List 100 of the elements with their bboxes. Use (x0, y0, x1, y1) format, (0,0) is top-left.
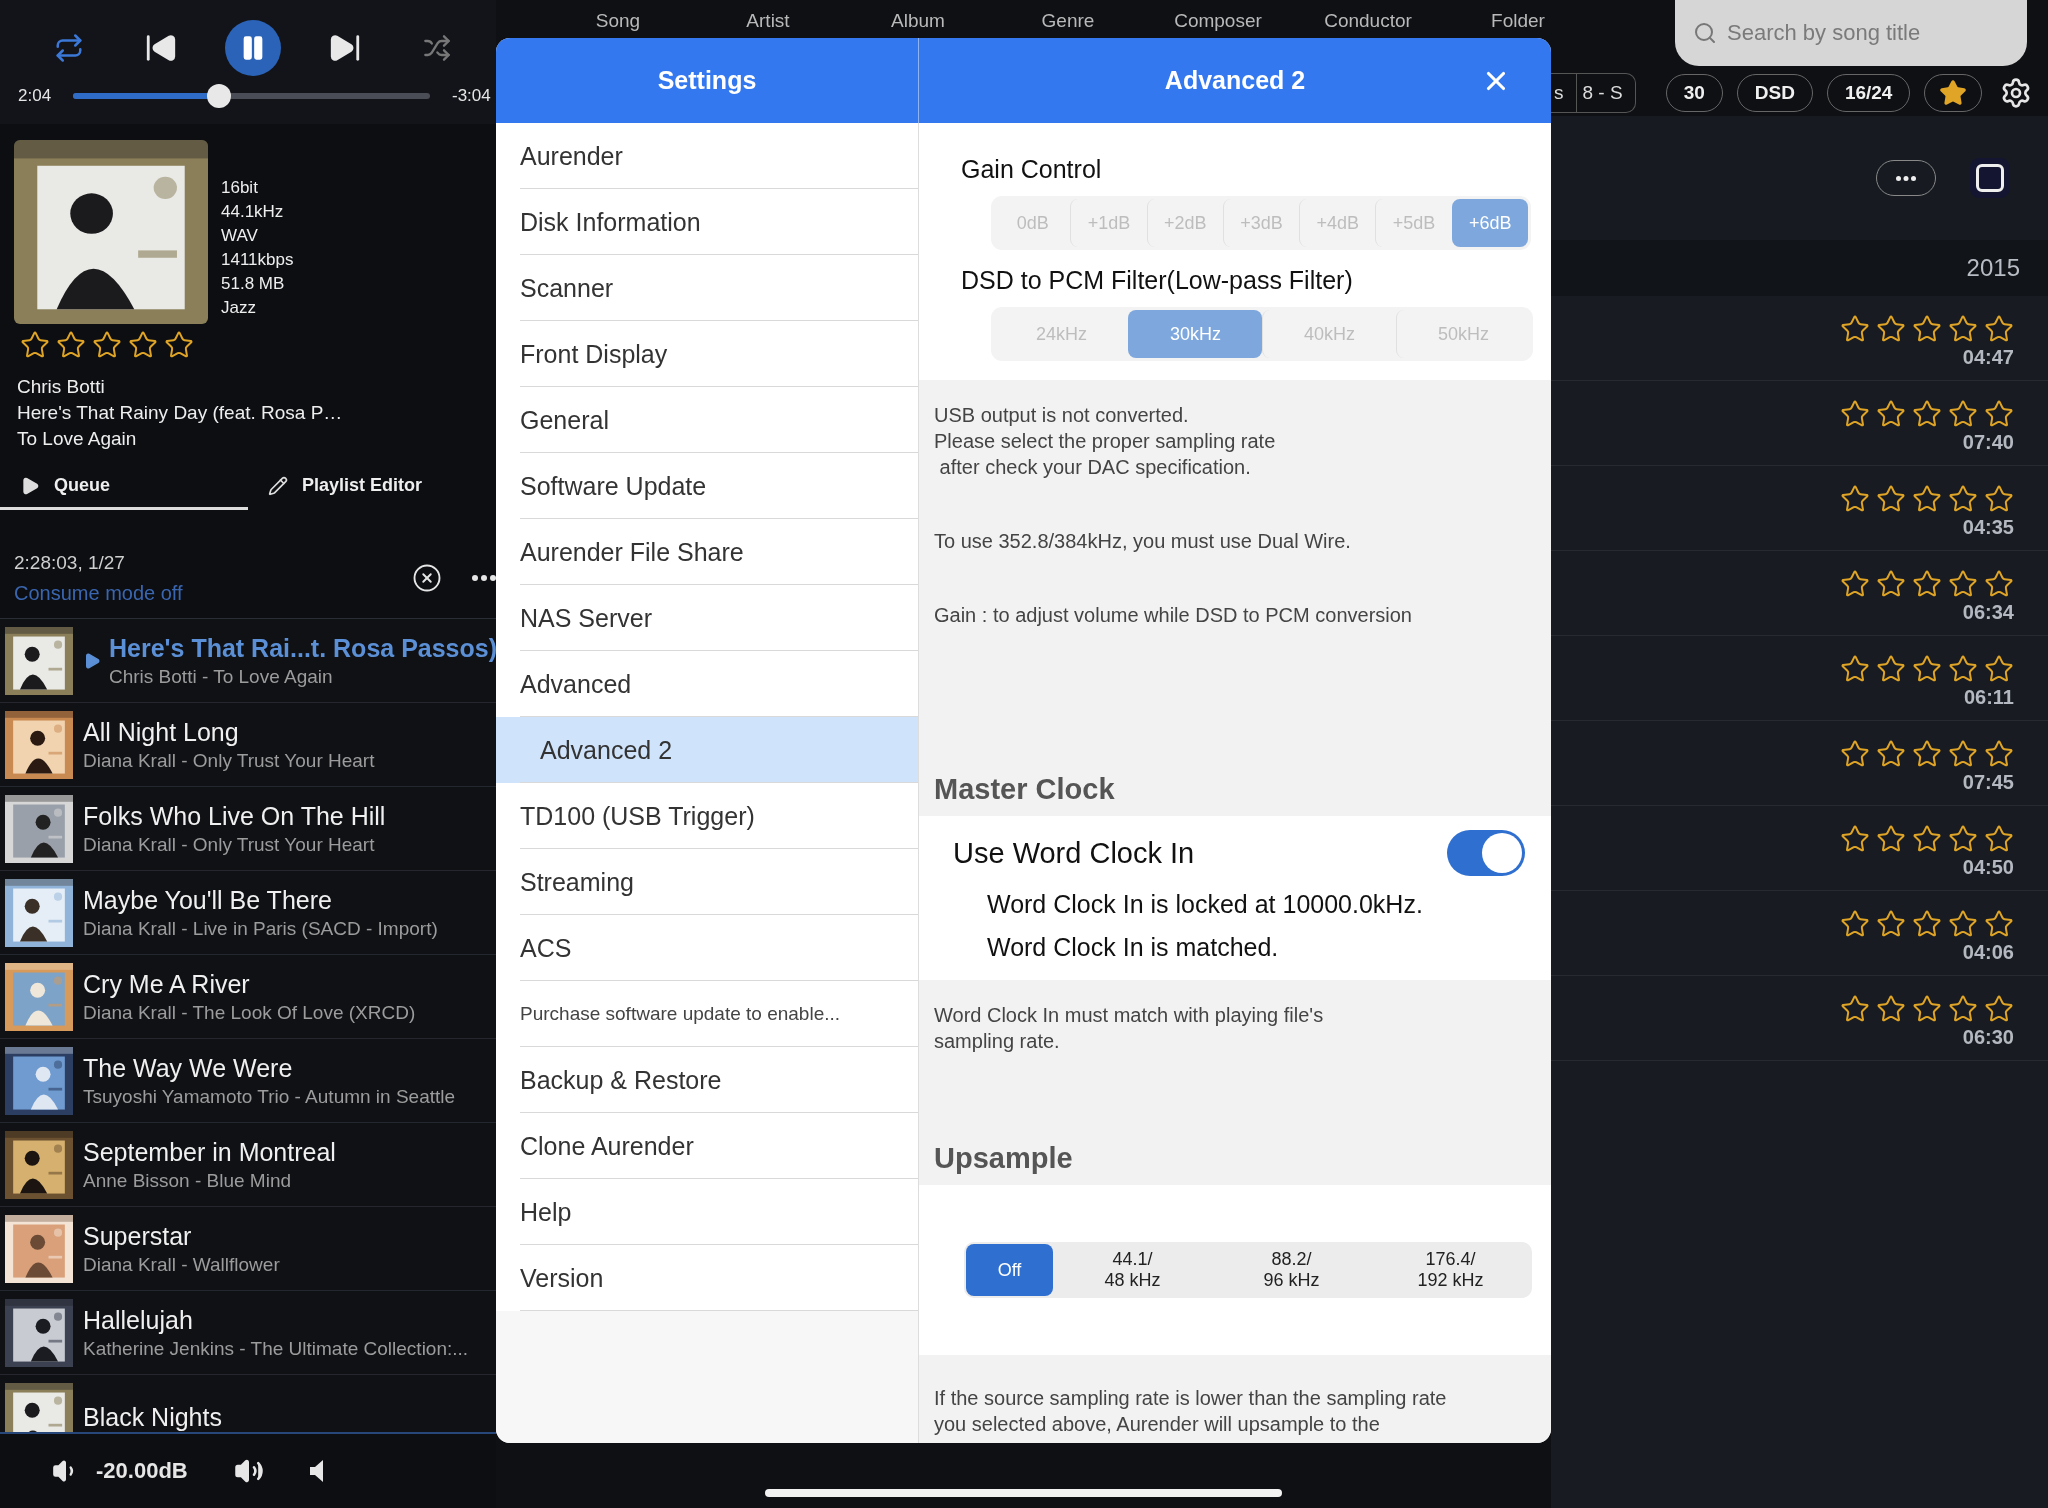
song-row[interactable]: 07:45 (1551, 721, 2048, 806)
star-icon (1912, 313, 1942, 344)
song-duration: 04:47 (1962, 345, 2014, 369)
track-artist-album: Tsuyoshi Yamamoto Trio - Autumn in Seattle (83, 1084, 456, 1109)
library-tab[interactable]: Song (543, 0, 693, 32)
more-button[interactable] (472, 575, 496, 581)
star-icon (1912, 568, 1942, 599)
settings-item[interactable]: Aurender File Share (496, 519, 918, 585)
shuffle-icon (423, 34, 451, 62)
settings-item[interactable]: Software Update (496, 453, 918, 519)
settings-item[interactable]: Scanner (496, 255, 918, 321)
track-artist-album: Diana Krall - The Look Of Love (XRCD) (83, 1000, 416, 1025)
queue-tab[interactable]: Playlist Editor (248, 464, 496, 510)
star-icon (1984, 483, 2014, 514)
star-icon (1948, 908, 1978, 939)
upsample-control[interactable]: Off 44.1/ 48 kHz 88.2/ 96 kHz 176.4/ 192 kHz (964, 1242, 1532, 1298)
progress-slider[interactable] (73, 84, 430, 108)
settings-item[interactable]: ACS (496, 915, 918, 981)
library-tab[interactable]: Genre (993, 0, 1143, 32)
star-icon (1912, 483, 1942, 514)
upsample-option[interactable]: 44.1/ 48 kHz (1053, 1244, 1212, 1296)
pause-button[interactable] (225, 20, 281, 76)
upsample-option[interactable]: 88.2/ 96 kHz (1212, 1244, 1371, 1296)
song-row[interactable]: 04:06 (1551, 891, 2048, 976)
star-icon (1948, 993, 1978, 1024)
settings-item[interactable]: Help (496, 1179, 918, 1245)
settings-item[interactable]: Streaming (496, 849, 918, 915)
queue-summary: 2:28:03, 1/27 (14, 551, 126, 575)
search-field[interactable]: Search by song title (1675, 0, 2027, 66)
star-icon (1840, 993, 1870, 1024)
detail-title: Advanced 2 (1164, 66, 1306, 95)
star-icon (1876, 483, 1906, 514)
settings-item[interactable]: Version (496, 1245, 918, 1311)
song-row[interactable]: 04:35 (1551, 466, 2048, 551)
settings-item[interactable]: Disk Information (496, 189, 918, 255)
star-icon (1840, 398, 1870, 429)
star-icon (1984, 653, 2014, 684)
star-icon (20, 330, 50, 360)
upsample-option[interactable]: Off (966, 1244, 1053, 1296)
star-icon (1984, 823, 2014, 854)
mute-button[interactable] (309, 1460, 323, 1482)
note-text: To use 352.8/384kHz, you must use Dual Wire. (934, 529, 1352, 554)
search-icon (1693, 21, 1717, 45)
settings-item[interactable]: Aurender (496, 123, 918, 189)
queue-tab[interactable]: Queue (0, 464, 248, 510)
section-heading: Upsample (934, 1142, 1074, 1175)
repeat-icon (54, 33, 84, 63)
close-circle-icon (412, 563, 442, 593)
album-title: To Love Again (17, 427, 138, 451)
song-duration: 04:35 (1962, 515, 2014, 539)
track-artist-album: Diana Krall - Wallflower (83, 1252, 280, 1277)
slider-thumb[interactable] (207, 84, 232, 108)
library-tab[interactable]: Folder (1443, 0, 1593, 32)
settings-item[interactable]: Backup & Restore (496, 1047, 918, 1113)
library-tab[interactable]: Artist (693, 0, 843, 32)
song-title: Here's That Rainy Day (feat. Rosa P… (17, 401, 344, 425)
filter-segment[interactable]: s (1548, 74, 1576, 112)
track-title: All Night Long (83, 716, 240, 748)
filter-segment[interactable]: 8 - S (1575, 74, 1635, 112)
format-info: 16bit (221, 177, 259, 199)
song-row[interactable]: 06:34 (1551, 551, 2048, 636)
status-text: Word Clock In is matched. (986, 933, 1280, 962)
song-row[interactable]: 06:30 (1551, 976, 2048, 1061)
track-title: The Way We Were (83, 1052, 294, 1084)
clear-button[interactable] (412, 563, 442, 593)
settings-item[interactable]: Advanced (496, 651, 918, 717)
section-label: Gain Control (960, 155, 1103, 184)
star-icon (1984, 568, 2014, 599)
select-button[interactable] (1970, 158, 2010, 198)
settings-item[interactable]: TD100 (USB Trigger) (496, 783, 918, 849)
settings-title: Settings (657, 66, 757, 95)
settings-item[interactable]: General (496, 387, 918, 453)
song-row[interactable]: 07:40 (1551, 381, 2048, 466)
format-info: 1411kbps (221, 249, 294, 271)
settings-item[interactable]: NAS Server (496, 585, 918, 651)
song-row[interactable]: 04:50 (1551, 806, 2048, 891)
track-artist-album: Diana Krall - Only Trust Your Heart (83, 832, 376, 857)
library-tab[interactable]: Conductor (1293, 0, 1443, 32)
settings-item[interactable]: Clone Aurender (496, 1113, 918, 1179)
settings-item[interactable]: Front Display (496, 321, 918, 387)
square-icon (1976, 164, 2004, 192)
song-row[interactable]: 06:11 (1551, 636, 2048, 721)
settings-note[interactable]: Purchase software update to enable... (496, 981, 918, 1047)
star-icon (1876, 993, 1906, 1024)
artist-name: Chris Botti (17, 375, 106, 399)
track-title: September in Montreal (83, 1136, 336, 1168)
star-icon (1876, 738, 1906, 769)
star-icon (1876, 398, 1906, 429)
star-icon (1948, 398, 1978, 429)
volume-reading: -20.00dB (96, 1458, 188, 1484)
format-info: 44.1kHz (221, 201, 285, 223)
star-icon (1840, 908, 1870, 939)
star-icon (1984, 313, 2014, 344)
settings-item[interactable]: Advanced 2 (496, 717, 918, 783)
song-row[interactable]: 04:47 (1551, 296, 2048, 381)
library-tab[interactable]: Composer (1143, 0, 1293, 32)
upsample-option[interactable]: 176.4/ 192 kHz (1371, 1244, 1530, 1296)
word-clock-switch[interactable] (1447, 830, 1525, 876)
star-icon (1840, 568, 1870, 599)
library-tab[interactable]: Album (843, 0, 993, 32)
